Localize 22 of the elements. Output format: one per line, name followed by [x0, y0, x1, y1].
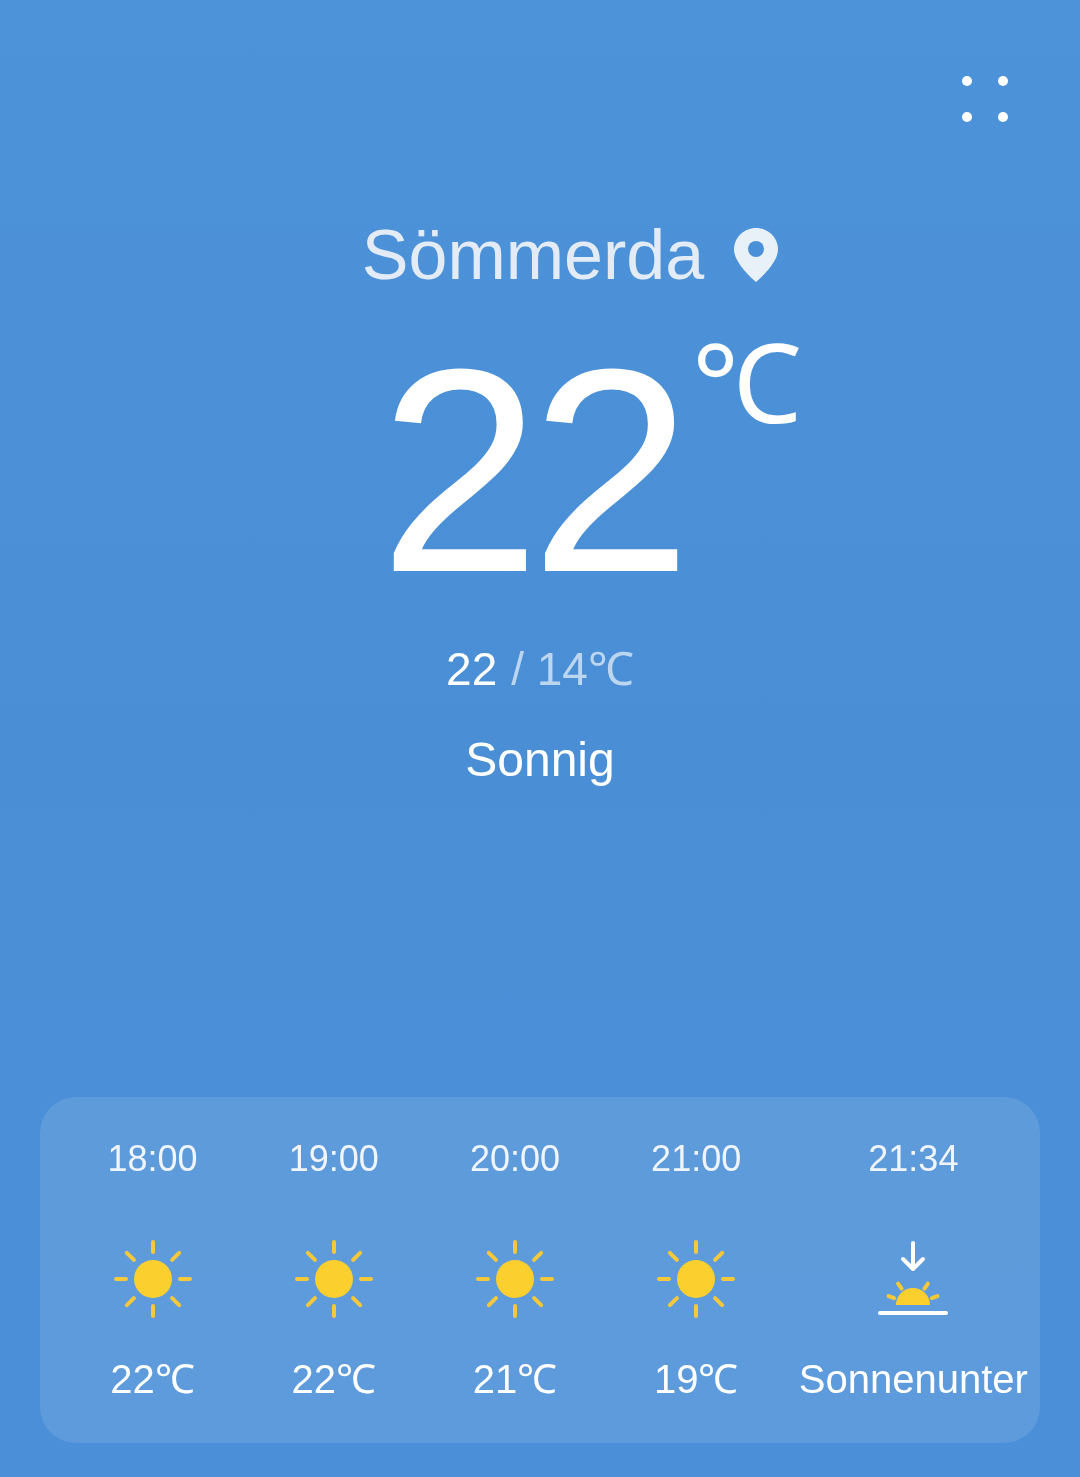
location-pin-icon	[734, 228, 779, 282]
forecast-time: 20:00	[469, 1137, 560, 1181]
current-temperature: 22	[379, 340, 682, 600]
menu-icon[interactable]	[962, 76, 1010, 124]
sun-icon	[474, 1239, 555, 1319]
weather-condition: Sonnig	[465, 736, 615, 784]
forecast-time: 18:00	[107, 1137, 198, 1181]
high-temperature: 22	[446, 646, 498, 692]
city-name: Sömmerda	[361, 220, 705, 290]
temperature-unit: ℃	[691, 330, 801, 440]
sun-icon	[112, 1239, 193, 1319]
forecast-time: 21:00	[651, 1137, 742, 1181]
forecast-value: 22℃	[110, 1356, 195, 1403]
forecast-time: 19:00	[288, 1137, 379, 1181]
forecast-value: 21℃	[472, 1356, 558, 1403]
forecast-time: 21:34	[868, 1137, 959, 1181]
sun-icon	[293, 1239, 374, 1319]
low-temperature: / 14℃	[511, 646, 634, 692]
forecast-value: 22℃	[291, 1356, 377, 1403]
sun-icon	[656, 1239, 737, 1319]
forecast-value: Sonnenunter	[798, 1356, 1028, 1403]
forecast-value: 19℃	[653, 1356, 739, 1403]
